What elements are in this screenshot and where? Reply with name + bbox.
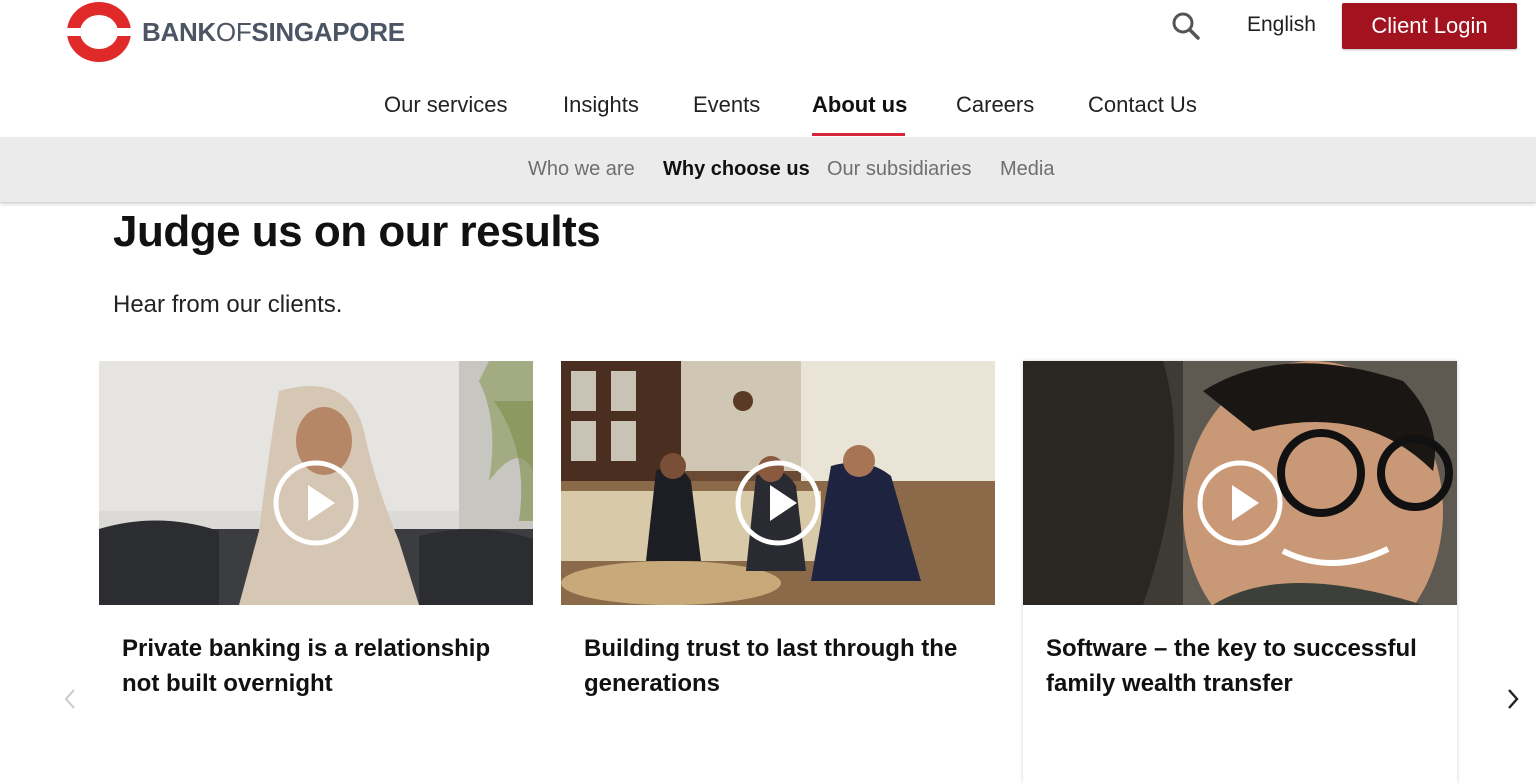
- language-selector[interactable]: English: [1247, 13, 1316, 37]
- search-button[interactable]: [1170, 10, 1202, 42]
- logo-of: OF: [215, 16, 252, 47]
- logo-bank: BANK: [142, 16, 216, 47]
- nav-insights[interactable]: Insights: [563, 92, 639, 118]
- play-icon[interactable]: [273, 460, 359, 546]
- carousel-next-button[interactable]: [1501, 684, 1525, 714]
- client-login-button[interactable]: Client Login: [1342, 3, 1517, 49]
- video-card[interactable]: Software – the key to successful family …: [1023, 361, 1457, 783]
- brand-logo[interactable]: BANK OF SINGAPORE: [66, 0, 405, 64]
- page-title: Judge us on our results: [113, 207, 601, 256]
- video-thumbnail[interactable]: [561, 361, 995, 605]
- site-header: BANK OF SINGAPORE English Client Login Our…: [0, 0, 1536, 137]
- subnav-media[interactable]: Media: [1000, 158, 1054, 181]
- chevron-left-icon: [64, 689, 75, 709]
- video-thumbnail[interactable]: [99, 361, 533, 605]
- logo-wordmark: BANK OF SINGAPORE: [142, 17, 405, 48]
- subnav-why-choose-us[interactable]: Why choose us: [663, 158, 810, 181]
- play-icon[interactable]: [1197, 460, 1283, 546]
- nav-contact-us[interactable]: Contact Us: [1088, 92, 1197, 118]
- page-subtitle: Hear from our clients.: [113, 291, 343, 318]
- subnav-who-we-are[interactable]: Who we are: [528, 158, 635, 181]
- play-icon[interactable]: [735, 460, 821, 546]
- subnav-our-subsidiaries[interactable]: Our subsidiaries: [827, 158, 972, 181]
- nav-about-us[interactable]: About us: [812, 92, 907, 118]
- sub-nav: Who we are Why choose us Our subsidiarie…: [0, 137, 1536, 203]
- video-thumbnail[interactable]: [1023, 361, 1457, 605]
- chevron-right-icon: [1508, 689, 1519, 709]
- logo-singapore: SINGAPORE: [251, 16, 405, 47]
- nav-active-indicator: [812, 133, 905, 136]
- video-card[interactable]: Building trust to last through the gener…: [561, 361, 995, 783]
- search-icon: [1172, 12, 1200, 40]
- video-card-title[interactable]: Software – the key to successful family …: [1046, 631, 1441, 701]
- main-nav: Our services Insights Events About us Ca…: [0, 92, 1536, 137]
- carousel-prev-button[interactable]: [58, 684, 82, 714]
- nav-events[interactable]: Events: [693, 92, 760, 118]
- video-card[interactable]: Private banking is a relationship not bu…: [99, 361, 533, 783]
- logo-mark-icon: [66, 1, 132, 63]
- nav-careers[interactable]: Careers: [956, 92, 1034, 118]
- video-card-title[interactable]: Private banking is a relationship not bu…: [122, 631, 517, 701]
- nav-our-services[interactable]: Our services: [384, 92, 507, 118]
- video-card-title[interactable]: Building trust to last through the gener…: [584, 631, 979, 701]
